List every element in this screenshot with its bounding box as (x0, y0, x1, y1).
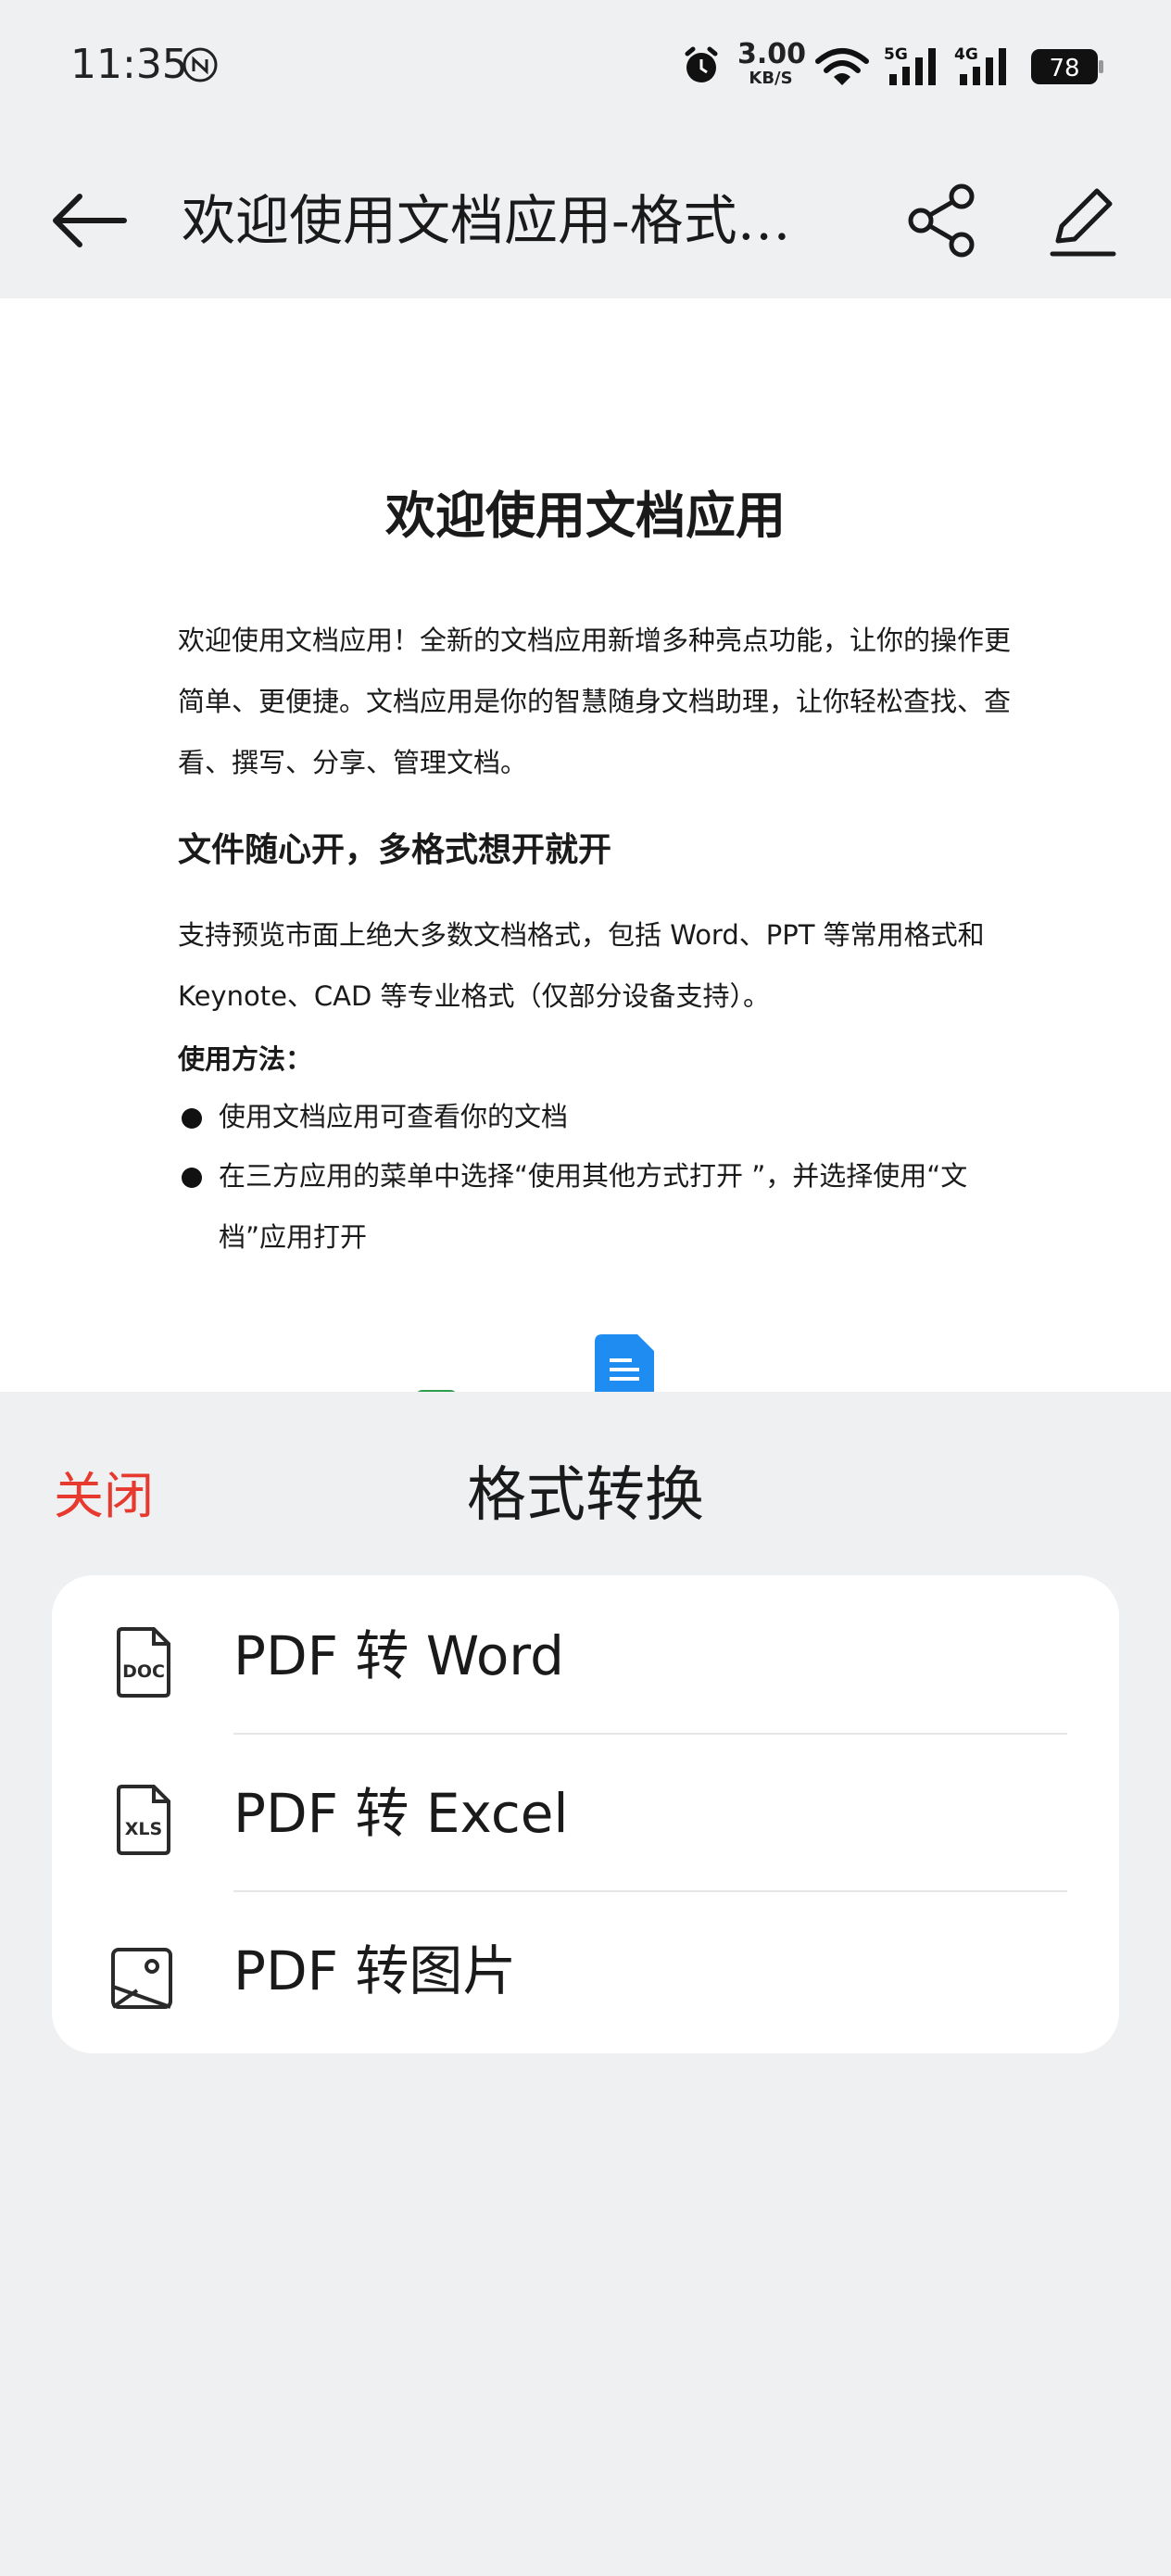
list-item: 使用文档应用可查看你的文档 (178, 1086, 1012, 1147)
status-bar: 11:35 3.00 KB/S 5G 4G 78 (0, 0, 1171, 139)
nfc-icon (183, 47, 218, 82)
document-preview[interactable]: 欢迎使用文档应用 欢迎使用文档应用！全新的文档应用新增多种亮点功能，让你的操作更… (0, 298, 1171, 1392)
share-button[interactable] (899, 176, 988, 265)
status-time: 11:35 (70, 41, 188, 88)
sim2-label: 4G (954, 45, 978, 64)
net-speed-value: 3.00 (737, 38, 807, 70)
pdf-to-image-option[interactable]: PDF 转图片 (52, 1892, 1119, 2050)
usage-label: 使用方法： (178, 1043, 313, 1075)
doc-icon-text: DOC (122, 1661, 165, 1682)
list-item-text: 在三方应用的菜单中选择“使用其他方式打开 ”，并选择使用“文档”应用打开 (219, 1160, 968, 1253)
document-title: 欢迎使用文档应用-格式… (182, 189, 791, 252)
wifi-icon (815, 48, 869, 85)
alarm-icon (685, 46, 718, 82)
option-label: PDF 转 Word (233, 1624, 564, 1687)
app-bar: 欢迎使用文档应用-格式… (0, 139, 1171, 298)
document-formats-text: 支持预览市面上绝大多数文档格式，包括 Word、PPT 等常用格式和 Keyno… (178, 919, 985, 1012)
document-heading: 欢迎使用文档应用 (385, 486, 786, 545)
back-arrow-icon (53, 194, 127, 247)
bullet-dot (182, 1108, 202, 1129)
image-icon (111, 1948, 172, 2009)
share-icon (908, 183, 975, 258)
net-speed: 3.00 KB/S (737, 38, 807, 88)
pdf-to-word-option[interactable]: DOC PDF 转 Word (52, 1577, 1119, 1735)
list-item-text: 使用文档应用可查看你的文档 (219, 1101, 569, 1132)
battery-level: 78 (1049, 55, 1079, 82)
option-label: PDF 转 Excel (233, 1782, 569, 1845)
net-speed-unit: KB/S (749, 69, 793, 88)
signal-icon: 4G (954, 45, 1006, 85)
edit-pencil-icon (1050, 188, 1116, 257)
xls-file-icon: XLS (117, 1785, 170, 1855)
xls-icon-text: XLS (125, 1819, 162, 1839)
format-conversion-sheet: 关闭 格式转换 DOC PDF 转 Word XLS PDF 转 Excel P… (0, 1394, 1171, 2576)
document-subheading: 文件随心开，多格式想开就开 (178, 831, 612, 869)
conversion-options-card: DOC PDF 转 Word XLS PDF 转 Excel PDF 转图片 (52, 1575, 1119, 2053)
option-label: PDF 转图片 (233, 1939, 517, 2002)
battery-icon: 78 (1031, 49, 1103, 84)
bullet-dot (182, 1168, 202, 1188)
spreadsheet-file-icon (417, 1390, 456, 1392)
edit-button[interactable] (1038, 176, 1127, 265)
pdf-to-excel-option[interactable]: XLS PDF 转 Excel (52, 1735, 1119, 1892)
list-item: 在三方应用的菜单中选择“使用其他方式打开 ”，并选择使用“文档”应用打开 (178, 1145, 1012, 1268)
doc-file-icon: DOC (117, 1627, 170, 1698)
signal-icon: 5G (884, 45, 936, 85)
document-file-icon (595, 1334, 654, 1392)
document-intro: 欢迎使用文档应用！全新的文档应用新增多种亮点功能，让你的操作更简单、更便捷。文档… (178, 625, 1012, 778)
back-button[interactable] (46, 176, 135, 265)
sim1-label: 5G (884, 45, 908, 64)
sheet-title: 格式转换 (467, 1461, 704, 1530)
